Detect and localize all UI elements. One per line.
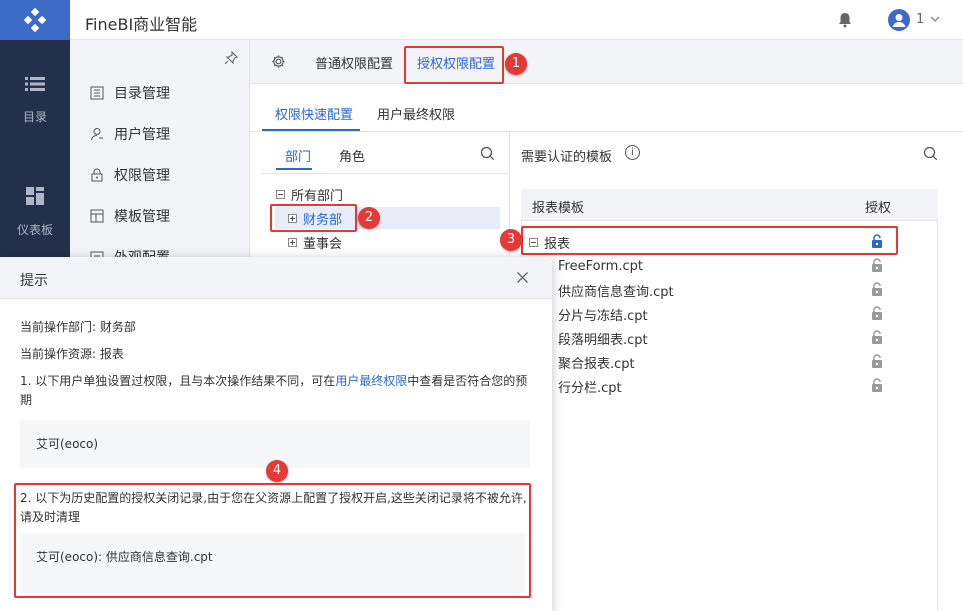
menu-item-catalog[interactable]: 目录管理 bbox=[90, 81, 170, 105]
expand-icon[interactable] bbox=[288, 237, 297, 247]
menu-label: 模板管理 bbox=[114, 209, 170, 225]
dashboard-icon bbox=[26, 187, 44, 205]
row-label: 分片与冻结.cpt bbox=[558, 308, 648, 324]
leftnav-dashboard-label: 仪表板 bbox=[16, 223, 53, 237]
note-1-cont: 期 bbox=[20, 393, 33, 407]
collapse-icon[interactable] bbox=[276, 189, 285, 199]
avatar[interactable] bbox=[888, 9, 910, 31]
tab-normal-permission[interactable]: 普通权限配置 bbox=[315, 53, 393, 72]
dialog-header bbox=[0, 257, 552, 299]
gear-icon[interactable] bbox=[271, 54, 286, 69]
search-icon[interactable] bbox=[480, 146, 495, 161]
current-resource: 当前操作资源: 报表 bbox=[20, 347, 124, 361]
lock-icon bbox=[91, 168, 103, 182]
menu-label: 权限管理 bbox=[114, 168, 170, 184]
user-name[interactable]: 1 bbox=[916, 12, 924, 27]
app-logo[interactable] bbox=[0, 0, 70, 40]
chevron-down-icon[interactable] bbox=[929, 13, 941, 25]
note-1: 1. 以下用户单独设置过权限，且与本次操作结果不同，可在用户最终权限中查看是否符… bbox=[20, 372, 535, 390]
leftnav-catalog[interactable]: 目录 bbox=[0, 75, 70, 125]
note-1-text-b: 中查看是否符合您的预 bbox=[407, 374, 528, 388]
row-label: FreeForm.cpt bbox=[558, 258, 643, 274]
info-icon[interactable]: i bbox=[625, 145, 640, 160]
logo-icon bbox=[23, 7, 47, 33]
row-label: 聚合报表.cpt bbox=[558, 356, 635, 372]
unlock-icon[interactable] bbox=[871, 306, 883, 321]
table-row[interactable]: 段落明细表.cpt bbox=[558, 327, 648, 349]
tree-label: 董事会 bbox=[303, 236, 343, 252]
unlock-icon[interactable] bbox=[871, 258, 883, 273]
table-row[interactable]: 行分栏.cpt bbox=[558, 375, 622, 397]
tree-label: 所有部门 bbox=[291, 188, 344, 204]
user-icon bbox=[91, 128, 103, 141]
menu-item-user[interactable]: 用户管理 bbox=[90, 122, 170, 146]
unlock-icon[interactable] bbox=[871, 282, 883, 297]
table-row[interactable]: 供应商信息查询.cpt bbox=[558, 279, 674, 301]
user-final-permission-link[interactable]: 用户最终权限 bbox=[335, 374, 407, 388]
tree-tab-underline bbox=[276, 168, 312, 170]
unlock-icon[interactable] bbox=[871, 330, 883, 345]
tab-department[interactable]: 部门 bbox=[285, 146, 311, 165]
annotation-badge-1: 1 bbox=[505, 53, 527, 75]
tree-node-board[interactable]: 董事会 bbox=[288, 231, 342, 253]
tab-quick-config[interactable]: 权限快速配置 bbox=[275, 104, 353, 123]
list-icon bbox=[25, 77, 45, 91]
annotation-badge-4: 4 bbox=[266, 460, 288, 482]
current-department: 当前操作部门: 财务部 bbox=[20, 320, 136, 334]
template-icon bbox=[90, 209, 104, 223]
leftnav-catalog-label: 目录 bbox=[22, 110, 47, 124]
bell-icon[interactable] bbox=[838, 12, 852, 28]
annotation-badge-3: 3 bbox=[500, 229, 522, 251]
annotation-box-1 bbox=[404, 46, 504, 84]
active-tab-underline bbox=[262, 129, 360, 131]
user-avatar-icon bbox=[892, 14, 906, 27]
note-1-text: 1. 以下用户单独设置过权限，且与本次操作结果不同，可在 bbox=[20, 374, 336, 388]
user-entry: 艾可(eoco) bbox=[36, 437, 99, 451]
tree-node-all[interactable]: 所有部门 bbox=[276, 183, 343, 205]
menu-item-template[interactable]: 模板管理 bbox=[90, 204, 170, 228]
table-row[interactable]: 分片与冻结.cpt bbox=[558, 303, 648, 325]
row-label: 行分栏.cpt bbox=[558, 380, 622, 396]
table-row[interactable]: 聚合报表.cpt bbox=[558, 351, 635, 373]
menu-item-permission[interactable]: 权限管理 bbox=[90, 163, 170, 187]
pin-icon[interactable] bbox=[224, 51, 238, 65]
search-icon[interactable] bbox=[923, 146, 938, 161]
col-template: 报表模板 bbox=[532, 201, 585, 216]
sub-tab-bar bbox=[250, 84, 963, 132]
annotation-box-2 bbox=[270, 204, 357, 232]
table-row[interactable]: FreeForm.cpt bbox=[558, 255, 643, 277]
template-panel-title: 需要认证的模板 bbox=[521, 150, 613, 165]
close-icon[interactable] bbox=[516, 271, 529, 284]
tab-user-final-permission[interactable]: 用户最终权限 bbox=[377, 104, 455, 123]
unlock-icon[interactable] bbox=[871, 378, 883, 393]
row-label: 供应商信息查询.cpt bbox=[558, 284, 674, 300]
catalog-icon bbox=[90, 86, 104, 100]
col-grant: 授权 bbox=[865, 201, 892, 216]
app-title: FineBI商业智能 bbox=[85, 15, 198, 34]
annotation-box-4 bbox=[14, 483, 531, 598]
row-label: 段落明细表.cpt bbox=[558, 332, 648, 348]
menu-label: 用户管理 bbox=[114, 127, 170, 143]
menu-label: 目录管理 bbox=[114, 86, 170, 102]
leftnav-dashboard[interactable]: 仪表板 bbox=[0, 186, 70, 238]
annotation-box-3 bbox=[521, 226, 898, 255]
unlock-icon[interactable] bbox=[871, 354, 883, 369]
dialog-title: 提示 bbox=[20, 273, 48, 289]
tab-role[interactable]: 角色 bbox=[339, 146, 365, 165]
annotation-badge-2: 2 bbox=[358, 207, 380, 229]
